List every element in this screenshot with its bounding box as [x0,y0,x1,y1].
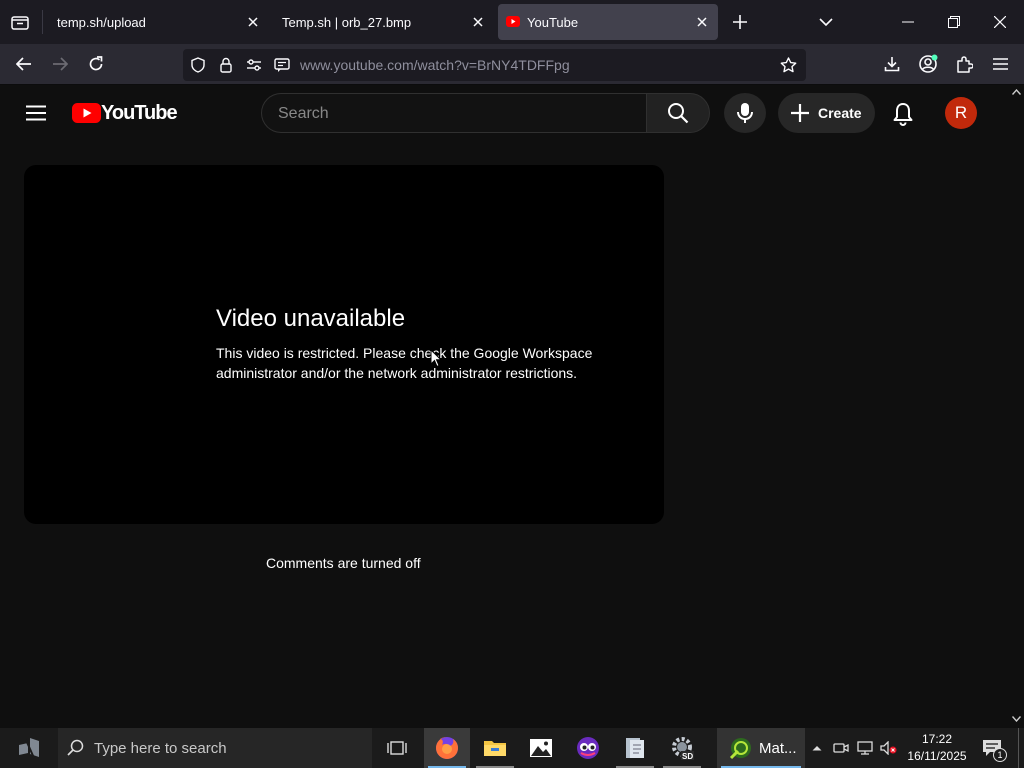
close-window-icon[interactable] [988,10,1012,34]
tab-title: YouTube [527,15,579,30]
youtube-logo-text: YouTube [101,102,178,124]
youtube-favicon-icon [506,16,520,27]
firefox-icon [434,735,460,761]
microphone-icon [737,102,753,124]
hamburger-menu-icon[interactable] [988,52,1012,76]
start-button[interactable] [6,728,52,768]
permissions-sliders-icon[interactable] [245,56,263,74]
photos-icon [529,738,553,758]
tab-close-icon[interactable] [243,12,263,32]
taskbar-photos[interactable] [518,728,564,768]
scroll-down-arrow-icon[interactable] [1012,716,1021,722]
downloads-icon[interactable] [880,52,904,76]
notification-count-badge: 1 [993,748,1007,762]
network-icon[interactable] [856,738,874,758]
notifications-bell-icon[interactable] [890,101,916,127]
list-all-tabs-chevron-icon[interactable] [814,10,838,34]
page-info-icon[interactable] [273,56,291,74]
error-title: Video unavailable [216,305,406,332]
app-icon [575,735,601,761]
tab-youtube[interactable]: YouTube [498,4,718,40]
forward-arrow-icon [48,52,72,76]
search-input[interactable]: Search [261,93,647,133]
taskbar-search-box[interactable]: Type here to search [58,728,372,768]
youtube-logo-icon [72,103,101,123]
guide-menu-icon[interactable] [24,101,48,125]
url-text: www.youtube.com/watch?v=BrNY4TDFFpg [300,57,570,73]
reload-icon[interactable] [84,52,108,76]
error-message: This video is restricted. Please check t… [216,345,593,381]
page-scrollbar[interactable] [1009,85,1024,728]
search-icon [667,102,689,124]
show-desktop-button[interactable] [1018,728,1024,768]
tab-title: Temp.sh | orb_27.bmp [282,15,412,30]
action-center-notification-icon[interactable]: 1 [980,736,1007,762]
speaker-muted-icon[interactable] [879,738,899,758]
tab-close-icon[interactable] [692,12,712,32]
lock-icon[interactable] [217,56,235,74]
system-clock[interactable]: 17:22 16/11/2025 [904,731,970,765]
youtube-logo[interactable]: YouTube [72,102,178,125]
search-button[interactable] [646,93,710,133]
navigation-toolbar: www.youtube.com/watch?v=BrNY4TDFFpg [0,44,1024,85]
matlab-label: Mat... [759,740,797,757]
create-button[interactable]: Create [778,93,875,133]
tab-title: temp.sh/upload [57,15,146,30]
scroll-up-arrow-icon[interactable] [1012,89,1021,95]
firefox-view-icon[interactable] [8,10,32,34]
taskbar-matlab[interactable]: Mat... [717,728,805,768]
taskbar-gear-app[interactable]: SD [659,728,705,768]
svg-text:SD: SD [682,752,693,761]
tab-close-icon[interactable] [468,12,488,32]
meet-now-icon[interactable] [832,738,850,758]
avatar[interactable]: R [945,97,977,129]
youtube-page: YouTube Search Create R Video unavailabl… [0,85,1024,728]
voice-search-button[interactable] [724,93,766,133]
mouse-cursor-icon [430,349,442,368]
taskbar-search-placeholder: Type here to search [94,740,227,757]
taskbar-file-explorer[interactable] [472,728,518,768]
video-player[interactable]: Video unavailable This video is restrict… [24,165,664,524]
tab-temp-sh-upload[interactable]: temp.sh/upload [43,4,269,40]
restore-window-icon[interactable] [942,10,966,34]
taskbar-search-icon [67,739,84,756]
back-arrow-icon[interactable] [12,52,36,76]
task-view-button[interactable] [374,728,420,768]
account-icon[interactable] [916,52,940,76]
file-explorer-icon [483,738,507,758]
plus-icon [790,103,810,123]
task-view-icon [387,740,407,756]
comments-status: Comments are turned off [266,555,421,571]
search-placeholder: Search [278,105,329,122]
clock-date: 16/11/2025 [907,749,967,763]
show-hidden-icons-chevron-icon[interactable] [808,738,826,758]
tracking-protection-shield-icon[interactable] [189,56,207,74]
tab-temp-sh-orb[interactable]: Temp.sh | orb_27.bmp [268,4,494,40]
matlab-icon [729,736,753,760]
bookmark-star-icon[interactable] [779,56,797,74]
taskbar-firefox[interactable] [424,728,470,768]
start-logo-icon [18,737,40,759]
tab-strip: temp.sh/upload Temp.sh | orb_27.bmp YouT… [0,0,1024,44]
extensions-puzzle-icon[interactable] [952,52,976,76]
gear-app-icon: SD [669,735,695,761]
clock-time: 17:22 [921,732,953,746]
document-icon [624,736,646,760]
taskbar-app[interactable] [565,728,611,768]
minimize-window-icon[interactable] [896,10,920,34]
create-label: Create [818,105,862,121]
windows-taskbar: Type here to search SD Mat... 17:22 16/1… [0,728,1024,768]
new-tab-plus-icon[interactable] [728,10,752,34]
taskbar-document[interactable] [612,728,658,768]
url-bar[interactable]: www.youtube.com/watch?v=BrNY4TDFFpg [183,49,806,81]
